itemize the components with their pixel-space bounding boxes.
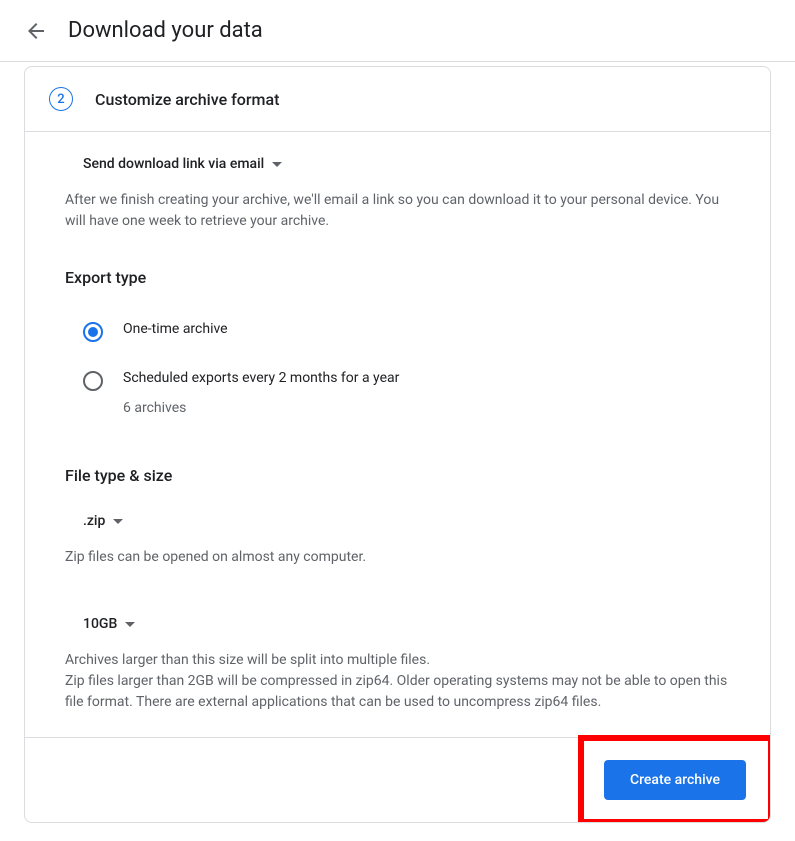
back-arrow-icon[interactable]: [24, 19, 48, 43]
chevron-down-icon: [125, 622, 135, 627]
file-type-size-heading: File type & size: [65, 466, 730, 485]
chevron-down-icon: [272, 162, 282, 167]
step-title: Customize archive format: [95, 90, 279, 109]
file-size-description: Archives larger than this size will be s…: [65, 650, 730, 713]
export-type-heading: Export type: [65, 268, 730, 287]
radio-sublabel: 6 archives: [123, 400, 730, 416]
archive-format-card: 2 Customize archive format Send download…: [24, 66, 771, 823]
delivery-method-dropdown[interactable]: Send download link via email: [65, 148, 730, 180]
chevron-down-icon: [113, 519, 123, 524]
step-number-badge: 2: [49, 87, 73, 111]
export-scheduled-option[interactable]: Scheduled exports every 2 months for a y…: [65, 356, 730, 430]
file-size-dropdown[interactable]: 10GB: [65, 608, 730, 640]
radio-label: Scheduled exports every 2 months for a y…: [123, 370, 730, 386]
radio-icon: [83, 322, 103, 342]
file-type-label: .zip: [83, 513, 105, 529]
page-title: Download your data: [68, 18, 263, 43]
page-header: Download your data: [0, 0, 795, 62]
card-footer: Create archive: [25, 737, 770, 822]
file-type-dropdown[interactable]: .zip: [65, 505, 730, 537]
create-archive-button[interactable]: Create archive: [604, 760, 746, 800]
file-type-description: Zip files can be opened on almost any co…: [65, 547, 730, 568]
delivery-description: After we finish creating your archive, w…: [65, 190, 730, 232]
radio-label: One-time archive: [123, 321, 730, 337]
file-size-label: 10GB: [83, 616, 117, 632]
radio-icon: [83, 371, 103, 391]
delivery-method-label: Send download link via email: [83, 156, 264, 172]
export-one-time-option[interactable]: One-time archive: [65, 307, 730, 356]
step-header: 2 Customize archive format: [25, 67, 770, 132]
